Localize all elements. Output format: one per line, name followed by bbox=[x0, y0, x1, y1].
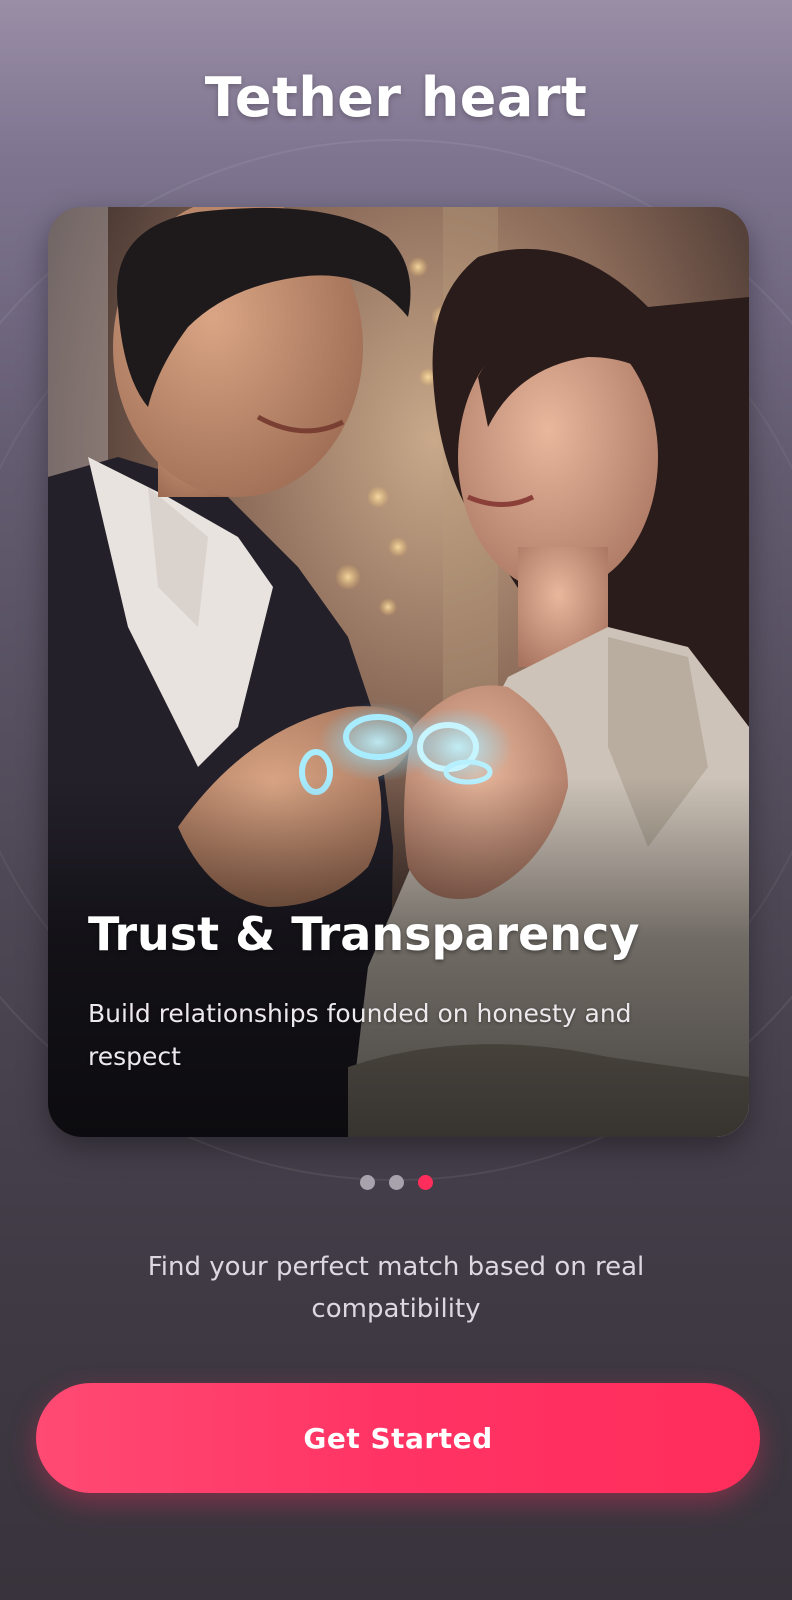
pagination-dot-3[interactable] bbox=[417, 1175, 433, 1190]
tagline: Find your perfect match based on real co… bbox=[147, 1252, 645, 1324]
get-started-button[interactable]: Get Started bbox=[36, 1383, 760, 1493]
pagination-dot-1[interactable] bbox=[359, 1175, 375, 1190]
app-title: Tether heart bbox=[204, 66, 588, 129]
pagination-dot-2[interactable] bbox=[388, 1175, 404, 1190]
slide-subtitle: Build relationships founded on honesty a… bbox=[88, 999, 632, 1071]
carousel-pagination bbox=[0, 1175, 792, 1190]
slide-title: Trust & Transparency bbox=[88, 907, 640, 961]
onboarding-slide-card[interactable]: Trust & Transparency Build relationships… bbox=[48, 207, 749, 1137]
